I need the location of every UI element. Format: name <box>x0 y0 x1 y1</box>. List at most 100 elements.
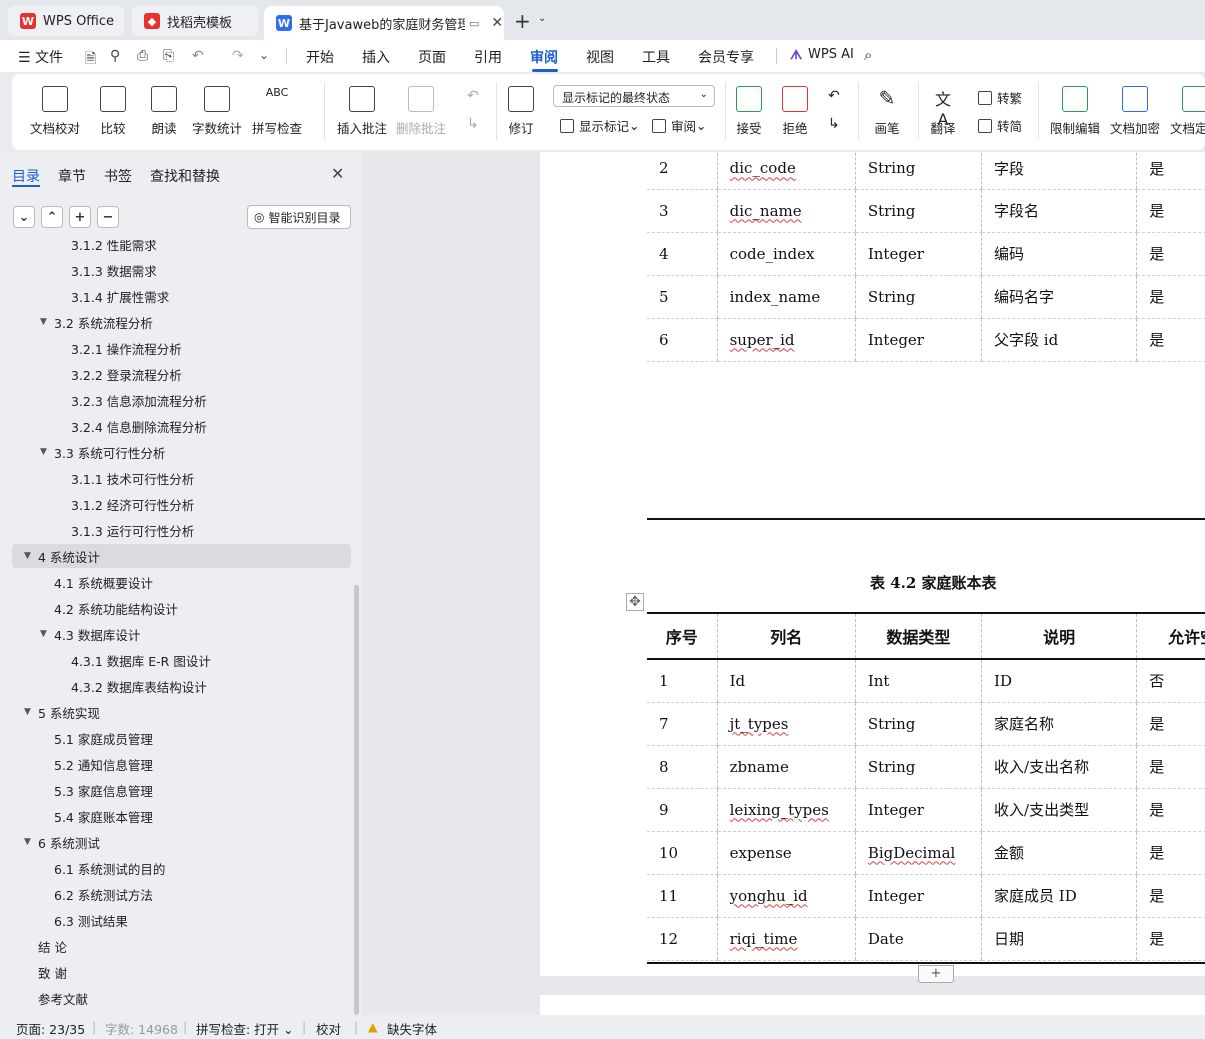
encrypt-button[interactable]: 文档加密 <box>1110 86 1160 137</box>
expand-up-button[interactable]: ⌃ <box>41 206 63 228</box>
toc-item[interactable]: 3.1.2 性能需求 <box>56 240 157 256</box>
smart-recognize-toc-button[interactable]: ◎ 智能识别目录 <box>247 205 351 229</box>
add-row-button[interactable]: + <box>918 965 954 983</box>
translate-button[interactable]: 文A 翻译 <box>930 86 956 137</box>
table-cell[interactable]: 家庭名称 <box>981 702 1137 746</box>
proof-status[interactable]: 校对 <box>316 1019 341 1038</box>
toc-item[interactable]: 3.2.3 信息添加流程分析 <box>56 388 207 412</box>
column-header[interactable]: 列名 <box>716 614 856 660</box>
table-cell[interactable]: 1 <box>647 659 718 703</box>
table-cell[interactable]: 收入/支出类型 <box>981 788 1137 832</box>
tab-wps-office[interactable]: W WPS Office <box>8 6 124 36</box>
table-cell[interactable]: 家庭成员 ID <box>981 874 1137 918</box>
triangle-down-icon[interactable]: ▼ <box>24 837 38 847</box>
spell-check-button[interactable]: ABC 拼写检查 <box>252 86 302 137</box>
table-cell[interactable]: 4 <box>647 232 718 276</box>
more-chevron-icon[interactable]: ⌄ <box>259 48 269 62</box>
table-cell[interactable]: 字段 <box>981 152 1137 190</box>
menu-member[interactable]: 会员专享 <box>698 47 754 67</box>
menu-page[interactable]: 页面 <box>418 47 446 67</box>
table-cell[interactable]: zbname <box>716 745 856 789</box>
tab-find-replace[interactable]: 查找和替换 <box>150 166 220 186</box>
table-cell[interactable]: 金额 <box>981 831 1137 875</box>
triangle-down-icon[interactable]: ▼ <box>24 707 38 717</box>
toc-item[interactable]: ▼ 3.3 系统可行性分析 <box>40 440 165 464</box>
toc-item[interactable]: ▼ 6 系统测试 <box>24 830 100 854</box>
table-cell[interactable]: super_id <box>716 318 856 362</box>
table-cell[interactable]: Integer <box>854 788 982 832</box>
restrict-edit-button[interactable]: 限制编辑 <box>1050 86 1100 137</box>
column-header[interactable]: 说明 <box>981 614 1137 660</box>
table-cell[interactable]: String <box>854 702 982 746</box>
menu-tools[interactable]: 工具 <box>642 47 670 67</box>
delete-comment-button[interactable]: 删除批注 <box>396 86 446 137</box>
table-cell[interactable]: 收入/支出名称 <box>981 745 1137 789</box>
table-cell[interactable]: String <box>854 152 982 190</box>
toc-item[interactable]: ▼ 5 系统实现 <box>24 700 100 724</box>
toc-item[interactable]: 3.1.1 技术可行性分析 <box>56 466 194 490</box>
table-cell[interactable]: 是 <box>1136 189 1205 233</box>
table-cell[interactable]: Id <box>716 659 856 703</box>
toc-item[interactable]: 6.3 测试结果 <box>40 908 128 932</box>
toc-item[interactable]: 4.3.2 数据库表结构设计 <box>56 674 207 698</box>
table-cell[interactable]: jt_types <box>716 702 856 746</box>
markup-state-select[interactable]: 显示标记的最终状态 ⌄ <box>553 85 715 107</box>
accept-button[interactable]: 接受 <box>736 86 762 137</box>
prev-comment-icon[interactable]: ↶ <box>467 88 479 104</box>
column-header[interactable]: 数据类型 <box>854 614 982 660</box>
table-cell[interactable]: expense <box>716 831 856 875</box>
tab-toc[interactable]: 目录 <box>12 166 40 186</box>
table-cell[interactable]: 9 <box>647 788 718 832</box>
tab-chapter[interactable]: 章节 <box>58 166 86 186</box>
toc-item[interactable]: 5.2 通知信息管理 <box>40 752 153 776</box>
table-cell[interactable]: yonghu_id <box>716 874 856 918</box>
review-pane-button[interactable]: 审阅 ⌄ <box>652 116 707 135</box>
toc-item[interactable]: 4.1 系统概要设计 <box>40 570 153 594</box>
close-tab-icon[interactable]: ✕ <box>491 15 503 31</box>
toc-item[interactable]: 4.3.1 数据库 E-R 图设计 <box>56 648 211 672</box>
page-indicator[interactable]: 页面: 23/35 <box>16 1019 85 1038</box>
menu-file[interactable]: ☰ 文件 <box>18 47 63 67</box>
revise-button[interactable]: 修订 <box>508 86 534 137</box>
triangle-down-icon[interactable]: ▼ <box>40 447 54 457</box>
table-cell[interactable]: 否 <box>1136 659 1205 703</box>
toc-item[interactable]: ▼ 3.2 系统流程分析 <box>40 310 153 334</box>
table-cell[interactable]: 3 <box>647 189 718 233</box>
table-cell[interactable]: 是 <box>1136 318 1205 362</box>
chevron-down-icon[interactable]: ⌄ <box>538 13 546 24</box>
word-count[interactable]: 字数: 14968 <box>105 1019 178 1038</box>
toc-item[interactable]: 6.2 系统测试方法 <box>40 882 153 906</box>
toc-item[interactable]: 5.4 家庭账本管理 <box>40 804 153 828</box>
table-cell[interactable]: 是 <box>1136 788 1205 832</box>
toc-item[interactable]: 5.1 家庭成员管理 <box>40 726 153 750</box>
next-change-icon[interactable]: ↳ <box>828 116 840 132</box>
menu-review[interactable]: 审阅 <box>530 47 558 67</box>
prev-change-icon[interactable]: ↶ <box>828 88 840 104</box>
toc-item[interactable]: 3.2.4 信息删除流程分析 <box>56 414 207 438</box>
word-count-button[interactable]: 字数统计 <box>192 86 242 137</box>
table-cell[interactable]: 是 <box>1136 702 1205 746</box>
table-cell[interactable]: 字段名 <box>981 189 1137 233</box>
table-cell[interactable]: 8 <box>647 745 718 789</box>
to-traditional-button[interactable]: 转繁 <box>978 88 1022 107</box>
spell-check-status[interactable]: 拼写检查: 打开 ⌄ <box>196 1019 294 1038</box>
table-cell[interactable]: 10 <box>647 831 718 875</box>
table-cell[interactable]: leixing_types <box>716 788 856 832</box>
column-header[interactable]: 序号 <box>647 614 718 660</box>
table-cell[interactable]: BigDecimal <box>854 831 982 875</box>
menu-home[interactable]: 开始 <box>306 47 334 67</box>
toc-item[interactable]: ▼ 4 系统设计 <box>12 544 351 568</box>
table-cell[interactable]: riqi_time <box>716 917 856 961</box>
undo-icon[interactable]: ↶ <box>192 48 204 64</box>
proof-button[interactable]: 文档校对 <box>30 86 80 137</box>
table-cell[interactable]: 6 <box>647 318 718 362</box>
menu-reference[interactable]: 引用 <box>474 47 502 67</box>
table-cell[interactable]: 是 <box>1136 745 1205 789</box>
table-move-handle-icon[interactable]: ✥ <box>626 593 644 611</box>
doc-final-button[interactable]: 文档定 <box>1170 86 1205 137</box>
table-cell[interactable]: code_index <box>716 232 856 276</box>
tab-document[interactable]: W 基于Javaweb的家庭财务管理 ▭ ✕ <box>264 6 504 40</box>
table-cell[interactable]: 编码 <box>981 232 1137 276</box>
table-cell[interactable]: 是 <box>1136 232 1205 276</box>
add-heading-button[interactable]: + <box>69 206 91 228</box>
